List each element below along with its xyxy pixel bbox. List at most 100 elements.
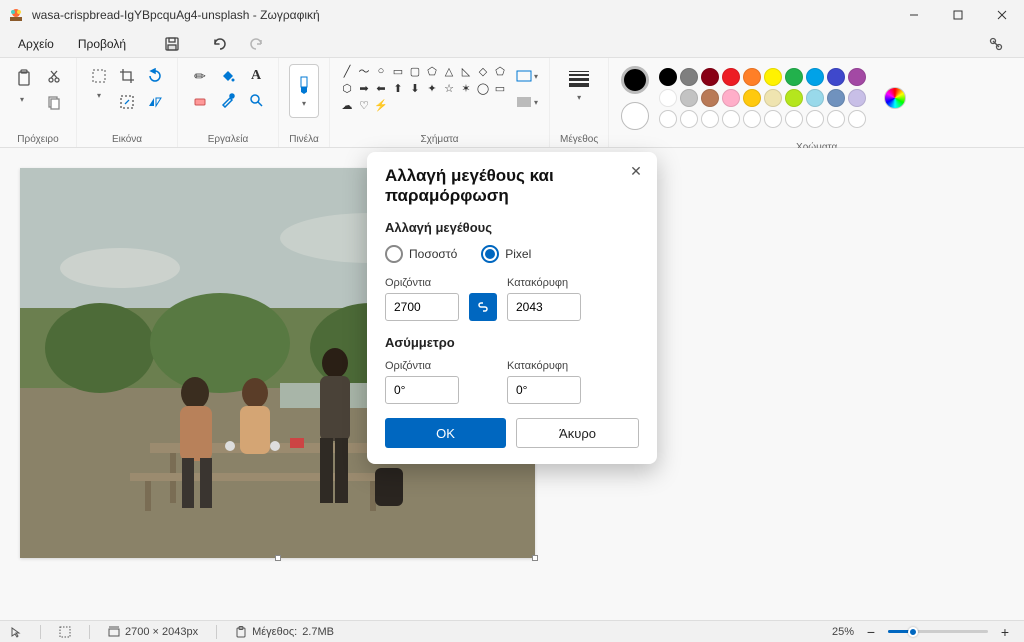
- color-swatch[interactable]: [659, 68, 677, 86]
- flip-icon[interactable]: [143, 90, 167, 114]
- resize-icon[interactable]: [115, 90, 139, 114]
- color-swatch[interactable]: [785, 68, 803, 86]
- color-swatch[interactable]: [764, 89, 782, 107]
- color-swatch[interactable]: [680, 68, 698, 86]
- shape-oval-icon[interactable]: ○: [374, 64, 388, 78]
- shape-diamond-icon[interactable]: ◇: [476, 64, 490, 78]
- shape-rarrow-icon[interactable]: ➡: [357, 81, 371, 95]
- zoom-in-button[interactable]: +: [996, 623, 1014, 641]
- brush-button[interactable]: ▾: [289, 64, 319, 118]
- cancel-button[interactable]: Άκυρο: [516, 418, 639, 448]
- dialog-close-button[interactable]: ✕: [627, 162, 645, 180]
- color-swatch[interactable]: [701, 89, 719, 107]
- zoom-slider-thumb[interactable]: [908, 627, 918, 637]
- shape-hexagon-icon[interactable]: ⬡: [340, 81, 354, 95]
- ok-button[interactable]: OK: [385, 418, 506, 448]
- color-swatch[interactable]: [806, 68, 824, 86]
- color-picker-icon[interactable]: [884, 87, 906, 109]
- rotate-icon[interactable]: [143, 64, 167, 88]
- shape-rect-icon[interactable]: ▭: [391, 64, 405, 78]
- color-swatch[interactable]: [701, 110, 719, 128]
- color-swatch[interactable]: [743, 89, 761, 107]
- color-swatch[interactable]: [785, 110, 803, 128]
- shape-roundrect-icon[interactable]: ▢: [408, 64, 422, 78]
- color-swatch[interactable]: [764, 110, 782, 128]
- shape-rectcallout-icon[interactable]: ▭: [493, 81, 507, 95]
- vertical-input[interactable]: [507, 293, 581, 321]
- maximize-button[interactable]: [936, 0, 980, 30]
- color-swatch[interactable]: [827, 110, 845, 128]
- resize-handle-bottom[interactable]: [275, 555, 281, 561]
- color-swatch[interactable]: [848, 68, 866, 86]
- select-icon[interactable]: [87, 64, 111, 88]
- zoom-out-button[interactable]: −: [862, 623, 880, 641]
- shape-darrow-icon[interactable]: ⬇: [408, 81, 422, 95]
- paste-dropdown-icon[interactable]: ▾: [10, 94, 34, 104]
- shape-pentagon-icon[interactable]: ⬠: [493, 64, 507, 78]
- color-swatch[interactable]: [722, 89, 740, 107]
- skew-horizontal-input[interactable]: [385, 376, 459, 404]
- radio-pixel[interactable]: Pixel: [481, 245, 531, 263]
- select-dropdown-icon[interactable]: ▾: [87, 90, 111, 100]
- color-swatch[interactable]: [743, 110, 761, 128]
- eraser-icon[interactable]: [188, 88, 212, 112]
- save-icon[interactable]: [156, 32, 188, 56]
- shape-cloudcallout-icon[interactable]: ☁: [340, 98, 354, 112]
- size-button[interactable]: ▾: [565, 64, 593, 108]
- cut-icon[interactable]: [42, 64, 66, 88]
- color-swatch[interactable]: [764, 68, 782, 86]
- shapes-grid[interactable]: ╱ 〜 ○ ▭ ▢ ⬠ △ ◺ ◇ ⬠ ⬡ ➡ ⬅ ⬆ ⬇ ✦ ☆ ✶ ◯ ▭: [340, 64, 507, 112]
- color-swatch[interactable]: [827, 68, 845, 86]
- shape-lightning-icon[interactable]: ⚡: [374, 98, 388, 112]
- shape-star6-icon[interactable]: ✶: [459, 81, 473, 95]
- magnifier-icon[interactable]: [244, 88, 268, 112]
- picker-icon[interactable]: [216, 88, 240, 112]
- color-swatch[interactable]: [806, 110, 824, 128]
- color-swatch[interactable]: [827, 89, 845, 107]
- aspect-lock-button[interactable]: [469, 293, 497, 321]
- shape-curve-icon[interactable]: 〜: [357, 64, 371, 78]
- skew-vertical-input[interactable]: [507, 376, 581, 404]
- color-swatch[interactable]: [848, 89, 866, 107]
- shape-triangle-icon[interactable]: △: [442, 64, 456, 78]
- crop-icon[interactable]: [115, 64, 139, 88]
- color-swatch[interactable]: [722, 110, 740, 128]
- horizontal-input[interactable]: [385, 293, 459, 321]
- radio-percent[interactable]: Ποσοστό: [385, 245, 457, 263]
- shape-star4-icon[interactable]: ✦: [425, 81, 439, 95]
- fill-icon[interactable]: [216, 64, 240, 88]
- shape-line-icon[interactable]: ╱: [340, 64, 354, 78]
- shape-uarrow-icon[interactable]: ⬆: [391, 81, 405, 95]
- shape-polygon-icon[interactable]: ⬠: [425, 64, 439, 78]
- shape-roundcallout-icon[interactable]: ◯: [476, 81, 490, 95]
- shape-rtriangle-icon[interactable]: ◺: [459, 64, 473, 78]
- close-button[interactable]: [980, 0, 1024, 30]
- shape-fill-icon[interactable]: ▾: [515, 90, 539, 114]
- color-swatch[interactable]: [806, 89, 824, 107]
- shape-heart-icon[interactable]: ♡: [357, 98, 371, 112]
- pencil-icon[interactable]: ✏: [188, 64, 212, 88]
- shape-star5-icon[interactable]: ☆: [442, 81, 456, 95]
- color-swatch[interactable]: [659, 89, 677, 107]
- color-swatch[interactable]: [701, 68, 719, 86]
- color-swatch[interactable]: [848, 110, 866, 128]
- paste-icon[interactable]: [10, 64, 38, 92]
- color-swatch[interactable]: [659, 110, 677, 128]
- text-icon[interactable]: A: [244, 64, 268, 88]
- color-swatch[interactable]: [743, 68, 761, 86]
- color-swatch[interactable]: [785, 89, 803, 107]
- copy-icon[interactable]: [42, 90, 66, 114]
- zoom-slider[interactable]: [888, 630, 988, 633]
- color-swatch[interactable]: [680, 110, 698, 128]
- menu-file[interactable]: Αρχείο: [8, 33, 64, 55]
- undo-icon[interactable]: [204, 32, 236, 56]
- primary-color-swatch[interactable]: [621, 66, 649, 94]
- settings-icon[interactable]: [980, 32, 1012, 56]
- secondary-color-swatch[interactable]: [621, 102, 649, 130]
- color-swatch[interactable]: [680, 89, 698, 107]
- menu-view[interactable]: Προβολή: [68, 33, 136, 55]
- shape-larrow-icon[interactable]: ⬅: [374, 81, 388, 95]
- shape-outline-icon[interactable]: ▾: [515, 64, 539, 88]
- resize-handle-corner[interactable]: [532, 555, 538, 561]
- redo-icon[interactable]: [240, 32, 272, 56]
